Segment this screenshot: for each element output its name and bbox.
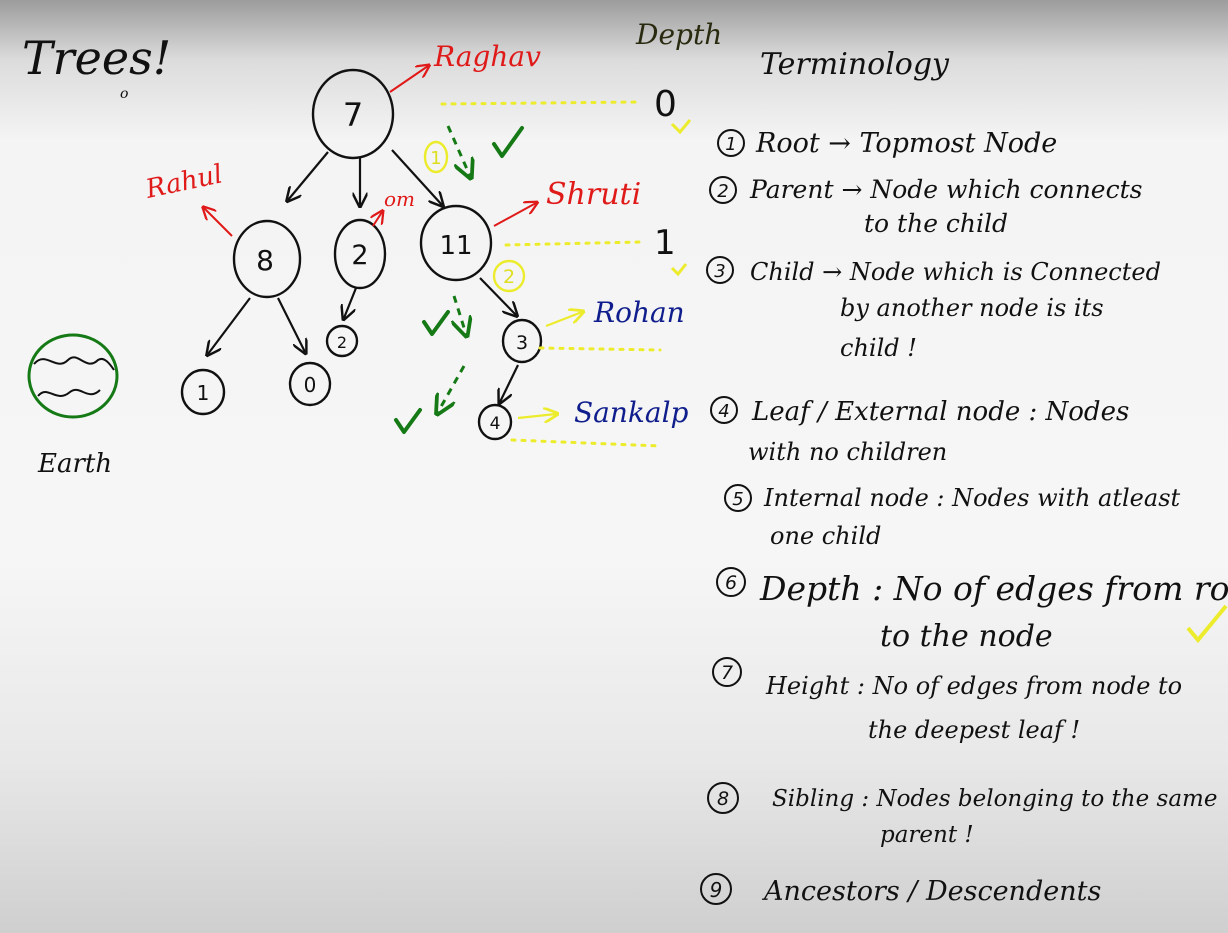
term-line: by another node is its [840,294,1104,322]
tree-node-labels: 7 8 2 11 1 0 2 3 4 [197,96,528,434]
owner-label-shruti: Shruti [546,177,641,212]
owner-label-sankalp: Sankalp [574,396,689,429]
term-item-1: 1 Root → Topmost Node [717,128,1057,159]
term-line: Sibling : Nodes belonging to the same [772,786,1217,812]
page-title-mark: o [120,86,128,102]
tree-node-3-label: 3 [516,332,528,354]
edge-7-8 [288,151,329,200]
tree-node-1-label: 1 [197,381,210,405]
tree-node-2b-label: 2 [337,333,347,352]
term-number: 6 [725,572,737,594]
edge-2-2b [344,287,358,318]
check-mark-icon [1186,604,1228,644]
depth-guide-3 [510,438,662,448]
term-line: Ancestors / Descendents [761,876,1101,907]
term-number: 8 [717,788,729,810]
depth-guide-1 [504,240,642,247]
term-item-6: 6 Depth : No of edges from root to the n… [716,567,1228,654]
term-line: to the child [864,209,1008,238]
edge-8-0 [277,297,305,352]
term-number: 2 [717,181,728,202]
owner-label-rohan: Rohan [593,296,685,329]
term-item-9: 9 Ancestors / Descendents [700,873,1101,907]
term-number: 9 [710,878,723,902]
tree-node-8-label: 8 [256,244,274,277]
check-mark-icon [394,408,422,434]
owner-label-raghav: Raghav [433,40,541,73]
rahul-arrow [204,208,233,237]
raghav-arrow [389,66,428,93]
check-mark-icon [670,263,688,277]
owner-arrows [204,66,536,237]
tree-node-0-label: 0 [304,373,317,397]
edge-3-4 [500,364,519,402]
term-number: 1 [725,134,736,155]
depth-heading: Depth [635,18,722,51]
sankalp-arrow [517,414,556,418]
rohan-arrow [545,312,582,328]
depth-path-arrow-3 [438,365,466,412]
shruti-arrow [493,203,536,227]
term-item-5: 5 Internal node : Nodes with atleast one… [724,484,1181,550]
term-number: 3 [714,261,725,282]
check-mark-icon [422,310,450,336]
term-line: Root → Topmost Node [755,128,1057,159]
earth-icon [27,333,119,419]
tree-node-2-label: 2 [351,240,368,271]
owner-label-rahul: Rahul [142,159,225,205]
terminology-list: 1 Root → Topmost Node 2 Parent → Node wh… [700,128,1228,907]
depth-level-0: 0 [654,84,677,125]
term-line: parent ! [880,822,974,848]
edge-8-1 [208,297,251,354]
term-item-8: 8 Sibling : Nodes belonging to the same … [707,782,1217,848]
term-item-7: 7 Height : No of edges from node to the … [712,657,1182,744]
step-marker-2: 2 [503,266,515,288]
depth-guide-2 [538,346,662,352]
term-item-4: 4 Leaf / External node : Nodes with no c… [710,396,1129,466]
term-line: child ! [840,334,917,362]
term-number: 5 [732,489,743,510]
term-line: Child → Node which is Connected [750,258,1161,286]
depth-guide-0 [440,100,642,106]
term-number: 4 [718,401,729,422]
tree-node-root-label: 7 [343,96,363,134]
term-line: one child [770,522,881,550]
om-arrow [373,212,382,227]
term-line: Parent → Node which connects [749,175,1142,204]
depth-level-1: 1 [654,223,676,263]
term-line: Internal node : Nodes with atleast [763,484,1181,512]
depth-path-arrow-2 [454,295,466,334]
tree-node-11-label: 11 [439,231,472,261]
term-line: Leaf / External node : Nodes [751,397,1129,427]
whiteboard-canvas: Trees! o 7 8 2 11 1 0 2 3 4 Raghav Rahul… [22,18,1228,907]
check-mark-icon [492,126,524,158]
term-line: the deepest leaf ! [868,716,1080,744]
term-line: Depth : No of edges from root [759,569,1228,608]
term-line: to the node [880,619,1053,654]
depth-path-arrow-1 [446,125,470,176]
terminology-heading: Terminology [760,47,950,82]
page-title: Trees! [22,31,171,85]
step-marker-1: 1 [430,148,441,169]
term-item-2: 2 Parent → Node which connects to the ch… [709,175,1142,238]
owner-label-om: om [384,187,415,211]
term-line: with no children [748,438,947,466]
term-item-3: 3 Child → Node which is Connected by ano… [706,256,1161,362]
term-line: Height : No of edges from node to [765,672,1182,700]
term-number: 7 [721,662,733,684]
owner-arrows-yellow [517,312,582,418]
tree-node-4-label: 4 [490,414,501,434]
earth-label: Earth [37,449,112,479]
